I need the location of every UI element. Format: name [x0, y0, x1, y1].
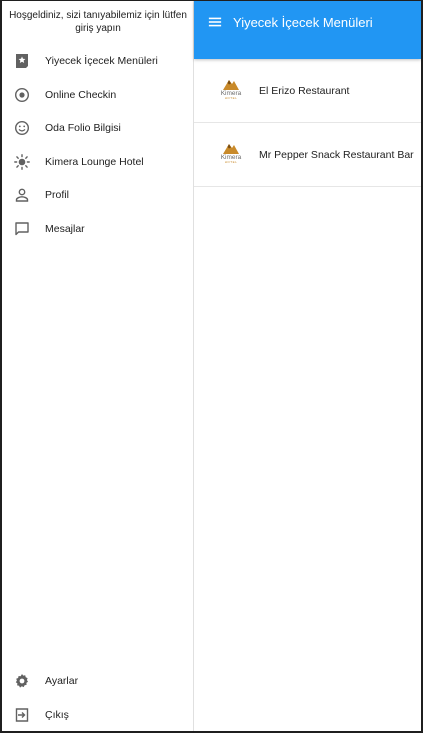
drawer-item-profile[interactable]: Profil — [2, 178, 194, 211]
drawer-item-label: Çıkış — [45, 708, 69, 721]
drawer-item-settings[interactable]: Ayarlar — [2, 664, 194, 697]
app-window: Hoşgeldiniz, sizi tanıyabilemiz için lüt… — [0, 0, 423, 733]
drawer-item-label: Yiyecek İçecek Menüleri — [45, 54, 158, 67]
restaurant-list-item[interactable]: Kimera HOTEL Mr Pepper Snack Restaurant … — [194, 123, 421, 187]
drawer-item-lounge-hotel[interactable]: Kimera Lounge Hotel — [2, 145, 194, 178]
smiley-icon — [14, 120, 30, 136]
logout-icon — [14, 707, 30, 723]
restaurant-name: Mr Pepper Snack Restaurant Bar — [259, 148, 414, 161]
app-bar: Yiyecek İçecek Menüleri — [194, 1, 421, 59]
hotel-logo: Kimera HOTEL — [216, 78, 246, 104]
drawer-item-label: Ayarlar — [45, 674, 79, 687]
message-icon — [14, 221, 30, 237]
drawer-welcome-text: Hoşgeldiniz, sizi tanıyabilemiz için lüt… — [9, 10, 187, 34]
page-title: Yiyecek İçecek Menüleri — [233, 14, 373, 30]
person-icon — [14, 187, 30, 203]
drawer-item-label: Oda Folio Bilgisi — [45, 121, 121, 134]
sun-icon — [14, 153, 30, 170]
drawer-item-online-checkin[interactable]: Online Checkin — [2, 78, 194, 111]
drawer-item-menus[interactable]: Yiyecek İçecek Menüleri — [2, 44, 194, 77]
drawer-item-messages[interactable]: Mesajlar — [2, 212, 194, 245]
drawer-item-label: Kimera Lounge Hotel — [45, 155, 144, 168]
restaurant-list-item[interactable]: Kimera HOTEL El Erizo Restaurant — [194, 59, 421, 123]
hotel-logo: Kimera HOTEL — [216, 142, 246, 168]
navigation-drawer: Hoşgeldiniz, sizi tanıyabilemiz için lüt… — [2, 1, 194, 731]
drawer-item-label: Mesajlar — [45, 222, 85, 235]
drawer-item-label: Online Checkin — [45, 88, 117, 101]
hamburger-menu-icon[interactable] — [207, 14, 223, 30]
menu-book-icon — [14, 53, 30, 69]
drawer-item-logout[interactable]: Çıkış — [2, 698, 194, 731]
radio-target-icon — [14, 87, 30, 103]
drawer-item-room-folio[interactable]: Oda Folio Bilgisi — [2, 111, 194, 144]
drawer-item-label: Profil — [45, 188, 69, 201]
main-content: Yiyecek İçecek Menüleri Kimera HOTEL El … — [194, 1, 421, 731]
gear-icon — [14, 673, 30, 689]
restaurant-name: El Erizo Restaurant — [259, 84, 350, 97]
